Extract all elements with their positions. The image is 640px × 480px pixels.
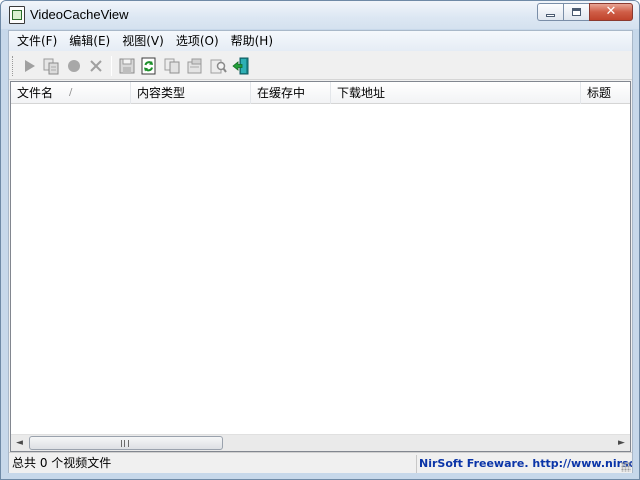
sort-indicator-icon: / [69,87,73,98]
scroll-right-button[interactable]: ► [613,435,630,451]
play-icon [25,60,35,72]
resize-grip-icon[interactable] [621,462,631,472]
list-header: 文件名 / 内容类型 在缓存中 下载地址 标题 [11,82,630,104]
column-header-filename[interactable]: 文件名 / [11,82,131,104]
menu-view[interactable]: 视图(V) [116,31,170,51]
properties-button[interactable] [185,56,205,76]
exit-button[interactable] [231,56,251,76]
toolbar-grip[interactable] [12,56,14,76]
find-icon [210,59,227,74]
stop-icon [68,60,80,72]
save-icon [119,58,135,74]
scroll-right-icon: ► [618,438,625,448]
copy-button[interactable] [162,56,182,76]
caption-buttons: ✕ [537,3,633,21]
app-window: VideoCacheView ✕ 文件(F) 编辑(E) 视图(V) 选项(O)… [0,0,640,480]
menu-file[interactable]: 文件(F) [11,31,63,51]
minimize-icon [546,14,555,17]
save-button[interactable] [117,56,137,76]
video-list[interactable]: 文件名 / 内容类型 在缓存中 下载地址 标题 ◄ ► [10,81,631,452]
stop-button[interactable] [64,56,84,76]
delete-button[interactable] [86,56,106,76]
title-bar[interactable]: VideoCacheView ✕ [1,1,639,29]
app-icon[interactable] [9,6,25,24]
client-area: 文件(F) 编辑(E) 视图(V) 选项(O) 帮助(H) 文件名 / 内容类型… [8,30,633,473]
column-header-in-cache[interactable]: 在缓存中 [251,82,331,104]
delete-icon [90,60,102,72]
toolbar-separator [111,56,112,76]
nirsoft-link[interactable]: NirSoft Freeware. http://www.nirsoft.net [416,455,632,473]
menu-bar: 文件(F) 编辑(E) 视图(V) 选项(O) 帮助(H) [9,31,632,51]
refresh-icon [141,57,156,75]
menu-edit[interactable]: 编辑(E) [63,31,116,51]
maximize-button[interactable] [563,3,589,21]
column-header-content-type[interactable]: 内容类型 [131,82,251,104]
properties-icon [187,58,202,74]
column-label: 文件名 [17,86,54,100]
refresh-button[interactable] [139,56,159,76]
minimize-button[interactable] [537,3,563,21]
menu-options[interactable]: 选项(O) [170,31,225,51]
close-icon: ✕ [605,4,617,19]
window-title: VideoCacheView [30,7,129,22]
close-button[interactable]: ✕ [589,3,633,21]
status-item-count: 总共 0 个视频文件 [12,456,112,470]
scrollbar-thumb[interactable] [29,436,223,450]
find-button[interactable] [208,56,228,76]
column-header-download-url[interactable]: 下载地址 [331,82,581,104]
thumb-grip-icon [121,440,129,447]
copy-icon [164,58,180,74]
menu-help[interactable]: 帮助(H) [225,31,279,51]
horizontal-scrollbar[interactable]: ◄ ► [11,434,630,451]
play-button[interactable] [19,56,39,76]
maximize-icon [572,8,581,16]
toolbar [9,52,632,80]
status-bar: 总共 0 个视频文件 NirSoft Freeware. http://www.… [9,452,632,473]
column-header-title[interactable]: 标题 [581,82,630,104]
copy-files-button[interactable] [41,56,61,76]
exit-icon [232,57,249,75]
scroll-left-icon: ◄ [16,438,23,448]
copy-files-icon [43,58,59,75]
scroll-left-button[interactable]: ◄ [11,435,28,451]
